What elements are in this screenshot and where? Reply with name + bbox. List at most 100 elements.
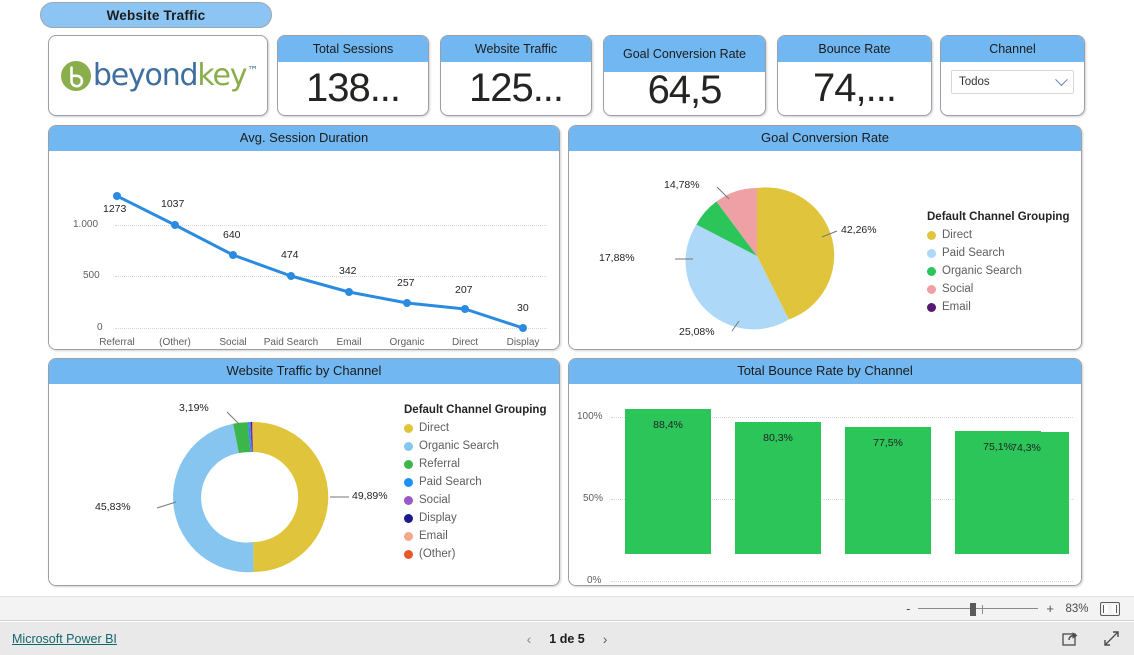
chevron-left-icon[interactable]: ‹ bbox=[527, 632, 532, 646]
visual-goal-conversion-rate[interactable]: Goal Conversion Rate 42,26% 25,08% 17,88… bbox=[568, 125, 1082, 350]
page-navigator: ‹ 1 de 5 › bbox=[527, 632, 608, 646]
share-icon[interactable] bbox=[1062, 630, 1079, 647]
legend-item[interactable]: (Other) bbox=[404, 548, 546, 560]
data-label: 30 bbox=[517, 302, 529, 314]
legend-swatch-social bbox=[927, 284, 936, 294]
legend-item[interactable]: Direct bbox=[927, 229, 1069, 241]
legend-label: Direct bbox=[942, 229, 973, 241]
y-axis-tick: 50% bbox=[583, 493, 604, 504]
zoom-slider-thumb[interactable] bbox=[970, 602, 977, 616]
legend-item[interactable]: Organic Search bbox=[404, 440, 546, 452]
legend-item[interactable]: Social bbox=[404, 494, 546, 506]
legend-label: Organic Search bbox=[942, 265, 1022, 277]
legend-title: Default Channel Grouping bbox=[927, 211, 1070, 223]
kpi-value: 138... bbox=[305, 66, 401, 110]
legend-swatch-email bbox=[404, 531, 413, 541]
legend-item[interactable]: Email bbox=[404, 530, 546, 542]
visual-title: Avg. Session Duration bbox=[49, 126, 559, 151]
kpi-card-goal-conversion-rate[interactable]: Goal Conversion Rate 64,5 bbox=[603, 35, 766, 116]
beyondkey-logo: beyondkey™ bbox=[49, 36, 267, 115]
kpi-card-total-sessions[interactable]: Total Sessions 138... bbox=[277, 35, 429, 116]
slicer-dropdown[interactable]: Todos bbox=[951, 70, 1074, 94]
footer-actions bbox=[1062, 630, 1120, 647]
donut-ring bbox=[173, 421, 329, 573]
legend-label: Direct bbox=[419, 422, 450, 434]
x-axis-category: Display bbox=[506, 337, 540, 348]
visual-website-traffic-by-channel[interactable]: Website Traffic by Channel 49,89% 45,83%… bbox=[48, 358, 560, 586]
data-label: 207 bbox=[455, 284, 473, 296]
visual-total-bounce-rate-by-channel[interactable]: Total Bounce Rate by Channel 100% 50% 0% bbox=[568, 358, 1082, 586]
zoom-slider[interactable] bbox=[918, 602, 1039, 616]
line-series bbox=[113, 192, 527, 332]
legend-swatch-email bbox=[927, 302, 936, 312]
legend-label: Organic Search bbox=[419, 440, 499, 452]
legend-swatch-paid-search bbox=[404, 477, 413, 487]
kpi-title: Website Traffic bbox=[441, 36, 591, 62]
legend-label: Paid Search bbox=[419, 476, 482, 488]
legend-swatch-other bbox=[404, 549, 413, 559]
kpi-card-website-traffic[interactable]: Website Traffic 125... bbox=[440, 35, 592, 116]
chevron-down-icon[interactable] bbox=[1055, 72, 1068, 86]
legend-item[interactable]: Social bbox=[927, 283, 1069, 295]
logo-text-primary: beyond bbox=[92, 58, 199, 93]
kpi-title: Goal Conversion Rate bbox=[604, 36, 765, 72]
beyondkey-mark-icon bbox=[60, 60, 91, 91]
legend-item[interactable]: Referral bbox=[404, 458, 546, 470]
slicer-selected-value: Todos bbox=[959, 76, 990, 88]
gridline bbox=[611, 581, 1073, 582]
legend-item[interactable]: Paid Search bbox=[927, 247, 1069, 259]
legend-item[interactable]: Email bbox=[927, 301, 1069, 313]
pie-series bbox=[675, 186, 838, 332]
legend-item[interactable]: Organic Search bbox=[927, 265, 1069, 277]
kpi-value: 125... bbox=[468, 66, 564, 110]
legend-title: Default Channel Grouping bbox=[404, 404, 547, 416]
line-chart-plot: 1.000 500 0 1273 1037 640 474 342 257 20… bbox=[49, 151, 559, 349]
fit-to-page-icon[interactable] bbox=[1100, 601, 1120, 616]
visual-title: Total Bounce Rate by Channel bbox=[569, 359, 1081, 384]
legend-label: Social bbox=[942, 283, 974, 295]
power-bi-report-viewer: Website Traffic beyondkey™ Total Session… bbox=[0, 0, 1134, 655]
bar-chart-plot: 100% 50% 0% 88,4% 80,3% 77,5% 75,1% 74,3… bbox=[569, 384, 1081, 585]
kpi-card-bounce-rate[interactable]: Bounce Rate 74,... bbox=[777, 35, 932, 116]
kpi-value: 64,5 bbox=[647, 68, 723, 111]
data-label: 88,4% bbox=[653, 419, 683, 431]
zoom-slider-tick bbox=[982, 604, 984, 614]
legend-swatch-paid-search bbox=[927, 248, 936, 258]
data-label: 3,19% bbox=[179, 402, 209, 414]
chevron-right-icon[interactable]: › bbox=[603, 632, 608, 646]
fullscreen-icon[interactable] bbox=[1103, 630, 1120, 647]
data-label: 1273 bbox=[103, 203, 127, 215]
data-label: 342 bbox=[339, 265, 357, 277]
data-label: 17,88% bbox=[599, 252, 635, 264]
visual-title: Goal Conversion Rate bbox=[569, 126, 1081, 151]
logo-text-secondary: key bbox=[197, 58, 247, 93]
logo-trademark: ™ bbox=[247, 64, 258, 77]
legend-label: Social bbox=[419, 494, 451, 506]
data-label: 80,3% bbox=[763, 432, 793, 444]
donut-series bbox=[156, 411, 349, 573]
report-footer: Microsoft Power BI ‹ 1 de 5 › bbox=[0, 622, 1134, 655]
zoom-in-button[interactable]: + bbox=[1046, 602, 1054, 615]
y-axis-tick: 100% bbox=[577, 411, 603, 422]
legend-label: Paid Search bbox=[942, 247, 1005, 259]
legend-item[interactable]: Display bbox=[404, 512, 546, 524]
legend-label: (Other) bbox=[419, 548, 456, 560]
data-label: 474 bbox=[281, 249, 299, 261]
zoom-percent-label: 83% bbox=[1065, 602, 1089, 615]
data-label: 257 bbox=[397, 277, 415, 289]
legend-item[interactable]: Paid Search bbox=[404, 476, 546, 488]
zoom-out-button[interactable]: - bbox=[906, 602, 910, 615]
legend-swatch-organic-search bbox=[927, 266, 936, 276]
y-axis-tick: 0% bbox=[587, 575, 602, 586]
slicer-channel[interactable]: Channel Todos bbox=[940, 35, 1085, 116]
page-tab-website-traffic[interactable]: Website Traffic bbox=[40, 2, 272, 28]
logo-card: beyondkey™ bbox=[48, 35, 268, 116]
kpi-title: Bounce Rate bbox=[778, 36, 931, 62]
microsoft-power-bi-link[interactable]: Microsoft Power BI bbox=[12, 632, 117, 646]
visual-avg-session-duration[interactable]: Avg. Session Duration 1.000 500 0 1273 1… bbox=[48, 125, 560, 350]
data-label: 74,3% bbox=[1011, 442, 1041, 454]
legend-label: Email bbox=[419, 530, 448, 542]
legend-item[interactable]: Direct bbox=[404, 422, 546, 434]
data-label: 49,89% bbox=[352, 490, 388, 502]
donut-chart-plot: 49,89% 45,83% 3,19% Default Channel Grou… bbox=[49, 384, 559, 585]
